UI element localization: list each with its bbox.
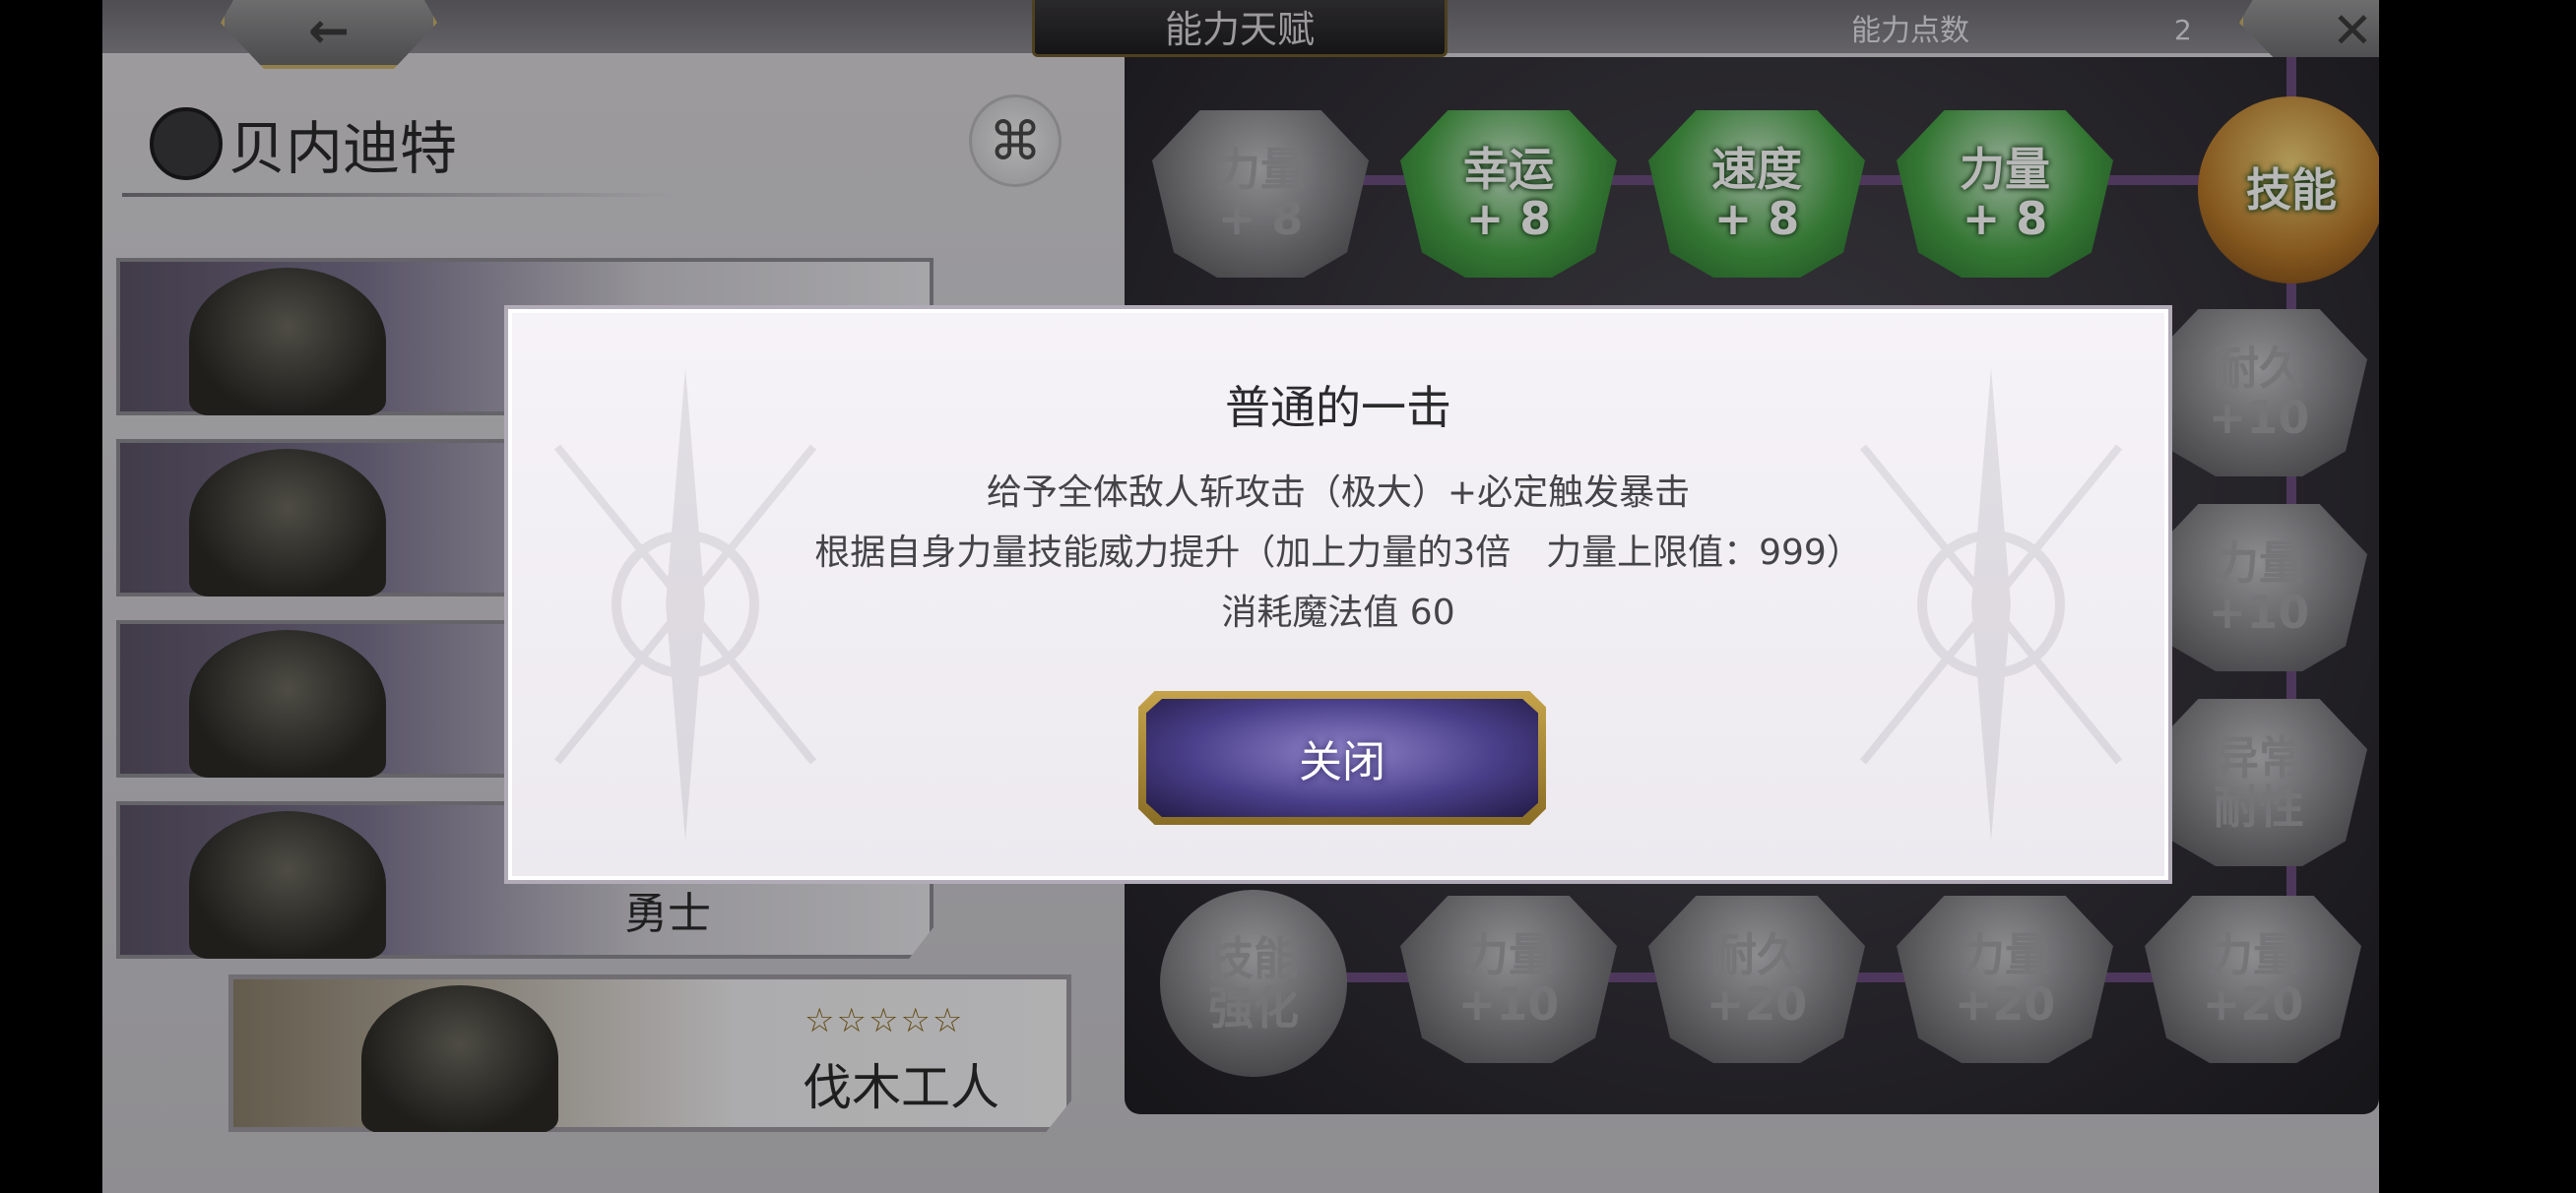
close-dialog-button[interactable]: 关闭 xyxy=(1138,691,1546,825)
close-dialog-button-label: 关闭 xyxy=(1146,699,1538,817)
description-line: 消耗魔法值 60 xyxy=(1221,593,1455,633)
description-line: 给予全体敌人斩攻击（极大）+必定触发暴击 xyxy=(986,472,1691,513)
description-line: 根据自身力量技能威力提升（加上力量的3倍 力量上限值：999） xyxy=(814,533,1862,573)
skill-info-dialog: 普通的一击 给予全体敌人斩攻击（极大）+必定触发暴击 根据自身力量技能威力提升（… xyxy=(504,305,2172,884)
dialog-description: 给予全体敌人斩攻击（极大）+必定触发暴击 根据自身力量技能威力提升（加上力量的3… xyxy=(508,463,2168,643)
dialog-title: 普通的一击 xyxy=(1225,381,1451,434)
